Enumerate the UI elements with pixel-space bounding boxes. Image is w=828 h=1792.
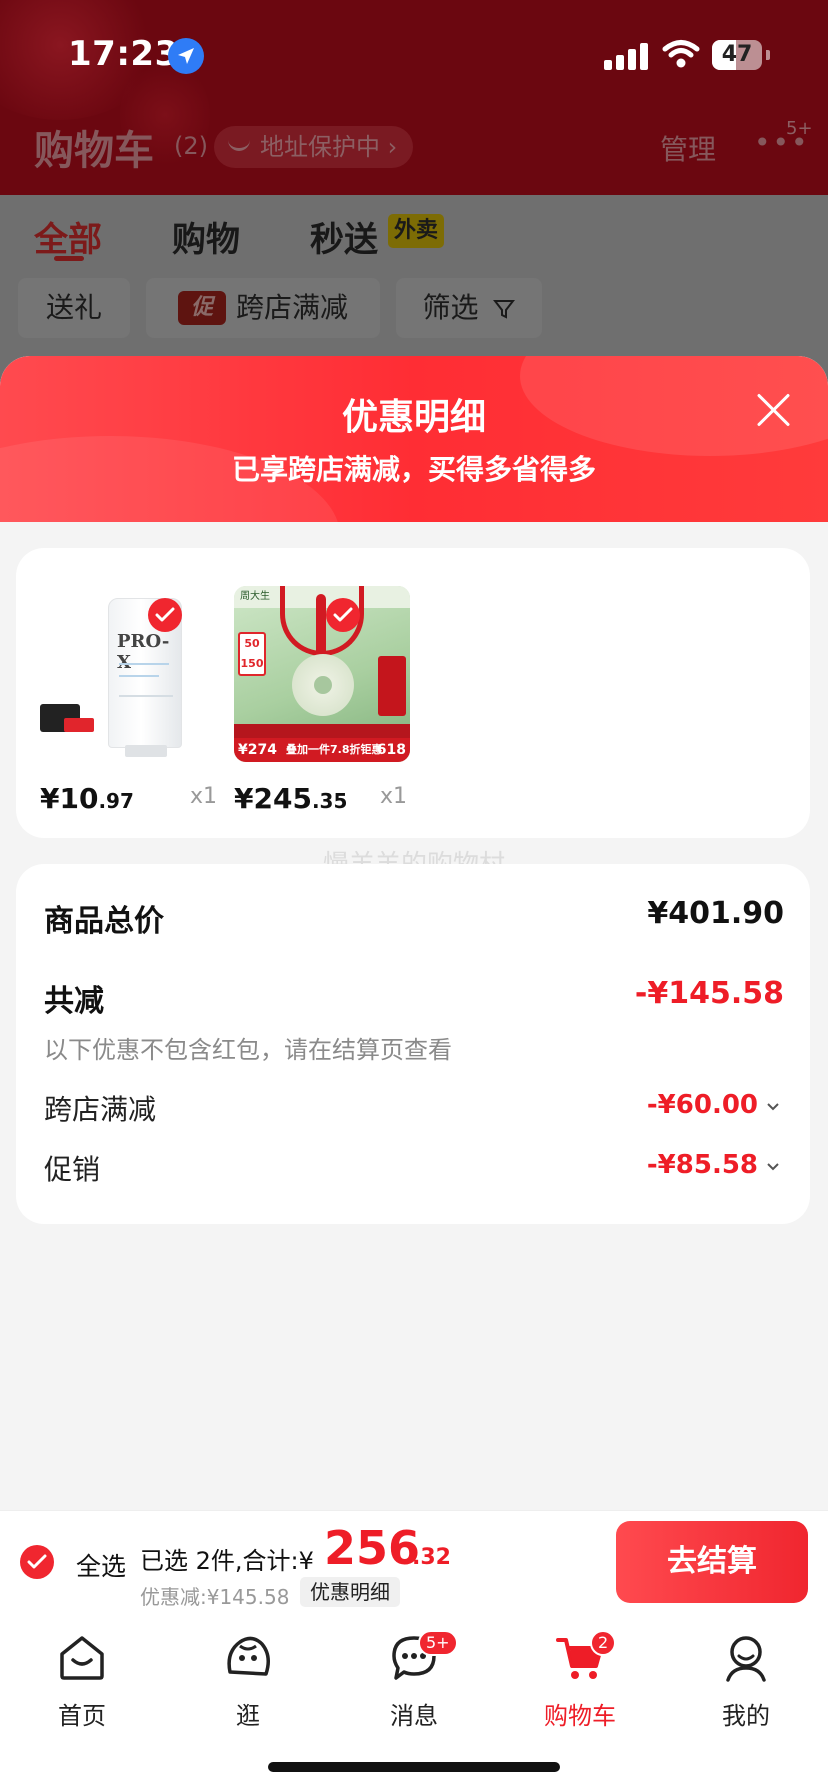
promo-band <box>234 724 410 738</box>
sheet-title: 优惠明细 <box>341 397 486 438</box>
product-price: ¥245.35 <box>234 782 347 815</box>
sheet-subtitle: 已享跨店满减，买得多省得多 <box>231 453 596 486</box>
bottom-tab-bar: 首页 逛 5+ 消息 2 购物车 我的 <box>0 1612 828 1792</box>
location-arrow-icon <box>168 38 204 74</box>
tabbar-label: 逛 <box>236 1702 260 1730</box>
label-line <box>119 663 169 665</box>
address-protection-pill[interactable]: 地址保护中 › <box>214 126 414 168</box>
wifi-icon <box>662 40 700 68</box>
product-brand: PRO-X <box>117 631 170 673</box>
label-line <box>119 675 159 677</box>
takeout-tag: 外卖 <box>388 214 445 248</box>
tabbar-messages[interactable]: 5+ 消息 <box>354 1624 474 1734</box>
home-icon <box>60 1636 104 1680</box>
select-all-label[interactable]: 全选 <box>76 1547 126 1583</box>
status-time: 17:23 <box>68 34 179 74</box>
promo-sticker <box>64 718 94 732</box>
manage-button[interactable]: 管理 <box>660 128 716 168</box>
sheet-header: 优惠明细 已享跨店满减，买得多省得多 <box>0 356 828 522</box>
promo-price: 618 <box>376 742 406 758</box>
tabbar-home[interactable]: 首页 <box>22 1624 142 1734</box>
home-indicator <box>268 1762 560 1772</box>
jade-pendant-image <box>292 654 354 716</box>
filter-cross-store-label: 跨店满减 <box>235 291 348 324</box>
discount-note: 以下优惠不包含红包，请在结算页查看 <box>44 1036 452 1064</box>
total-amount-integer: 256 <box>324 1521 421 1575</box>
message-badge: 5+ <box>418 1630 458 1656</box>
tabbar-profile[interactable]: 我的 <box>686 1624 806 1734</box>
discount-item-label: 跨店满减 <box>44 1093 157 1126</box>
product-thumbnail[interactable]: PRO-X <box>40 586 216 762</box>
more-badge: 5+ <box>786 118 813 139</box>
checkout-button[interactable]: 去结算 <box>616 1521 808 1603</box>
coupon-value: 50 <box>244 637 260 650</box>
face-icon <box>227 1636 270 1676</box>
coupon-value: 150 <box>240 657 264 670</box>
tabbar-browse[interactable]: 逛 <box>188 1624 308 1734</box>
promo-footer: ¥274 叠加一件7.8折钜惠 618 <box>234 738 410 762</box>
promo-mark: 促 <box>177 291 226 325</box>
discount-detail-button[interactable]: 优惠明细 <box>300 1577 400 1607</box>
chevron-down-icon <box>767 1163 779 1171</box>
discount-amount: 优惠减:¥145.58 <box>140 1585 290 1609</box>
filter-gift[interactable]: 送礼 <box>18 278 130 338</box>
promo-sticker <box>378 656 406 716</box>
product-thumbnail[interactable]: 周大生 50 150 ¥274 叠加一件7.8折钜惠 618 <box>234 586 410 762</box>
page-title: 购物车 <box>34 128 154 174</box>
product-checkbox-checked[interactable] <box>148 598 182 632</box>
select-all-checkbox[interactable] <box>20 1545 54 1579</box>
coupon-sticker: 50 150 <box>238 632 266 676</box>
total-amount-decimal: .32 <box>412 1545 451 1570</box>
battery-level: 47 <box>721 42 753 67</box>
tab-all[interactable]: 全部 <box>34 212 102 261</box>
tabbar-label: 我的 <box>722 1702 770 1730</box>
product-price: ¥10.97 <box>40 782 134 815</box>
status-bar: 17:23 47 <box>0 0 828 110</box>
price-decimal: .35 <box>311 789 348 813</box>
close-icon[interactable] <box>752 388 796 432</box>
active-tab-indicator <box>54 256 84 261</box>
discount-item-value: -¥85.58 <box>646 1150 758 1180</box>
product-checkbox-checked[interactable] <box>326 598 360 632</box>
total-discount-value: -¥145.58 <box>634 976 784 1011</box>
smile-icon <box>228 139 250 151</box>
price-integer: ¥245 <box>234 782 312 815</box>
checkout-bar: 全选 已选 2件,合计:¥ 256 .32 优惠减:¥145.58 优惠明细 去… <box>0 1510 828 1612</box>
filter-label: 筛选 <box>422 291 479 324</box>
filter-button[interactable]: 筛选 <box>396 278 542 338</box>
total-price-label: 商品总价 <box>44 904 164 939</box>
cart-count: (2) <box>174 132 208 160</box>
selected-summary: 已选 2件,合计:¥ <box>140 1547 314 1575</box>
price-decimal: .97 <box>98 789 134 813</box>
product-quantity: x1 <box>380 784 408 809</box>
battery-icon: 47 <box>712 40 762 70</box>
profile-icon <box>726 1636 766 1682</box>
product-quantity: x1 <box>190 784 218 809</box>
tube-cap <box>125 745 167 757</box>
funnel-icon <box>493 300 516 319</box>
discount-item-value: -¥60.00 <box>646 1090 758 1120</box>
signal-icon <box>604 42 648 70</box>
price-summary-card: 商品总价 ¥401.90 共减 -¥145.58 以下优惠不包含红包，请在结算页… <box>16 864 810 1224</box>
cart-badge: 2 <box>590 1630 617 1656</box>
tab-instant-delivery[interactable]: 秒送 <box>310 212 378 261</box>
total-discount-label: 共减 <box>44 984 104 1019</box>
address-protection-label: 地址保护中 <box>260 133 380 161</box>
tabbar-label: 消息 <box>390 1702 438 1730</box>
tab-shopping[interactable]: 购物 <box>172 212 240 261</box>
promo-text: 叠加一件7.8折钜惠 <box>286 743 383 756</box>
promo-price: ¥274 <box>238 742 277 758</box>
price-integer: ¥10 <box>40 782 99 815</box>
label-line <box>119 695 173 697</box>
chevron-down-icon <box>767 1103 779 1111</box>
filter-cross-store[interactable]: 促跨店满减 <box>146 278 380 338</box>
selected-products-card: PRO-X ¥10.97 x1 周大生 50 150 ¥274 叠加一件7.8折… <box>16 548 810 838</box>
total-price-value: ¥401.90 <box>647 896 784 931</box>
battery-tip <box>766 50 770 60</box>
tabbar-label: 购物车 <box>544 1702 616 1730</box>
tabbar-label: 首页 <box>58 1702 106 1730</box>
discount-item-label: 促销 <box>44 1153 101 1186</box>
tabbar-cart[interactable]: 2 购物车 <box>520 1624 640 1734</box>
